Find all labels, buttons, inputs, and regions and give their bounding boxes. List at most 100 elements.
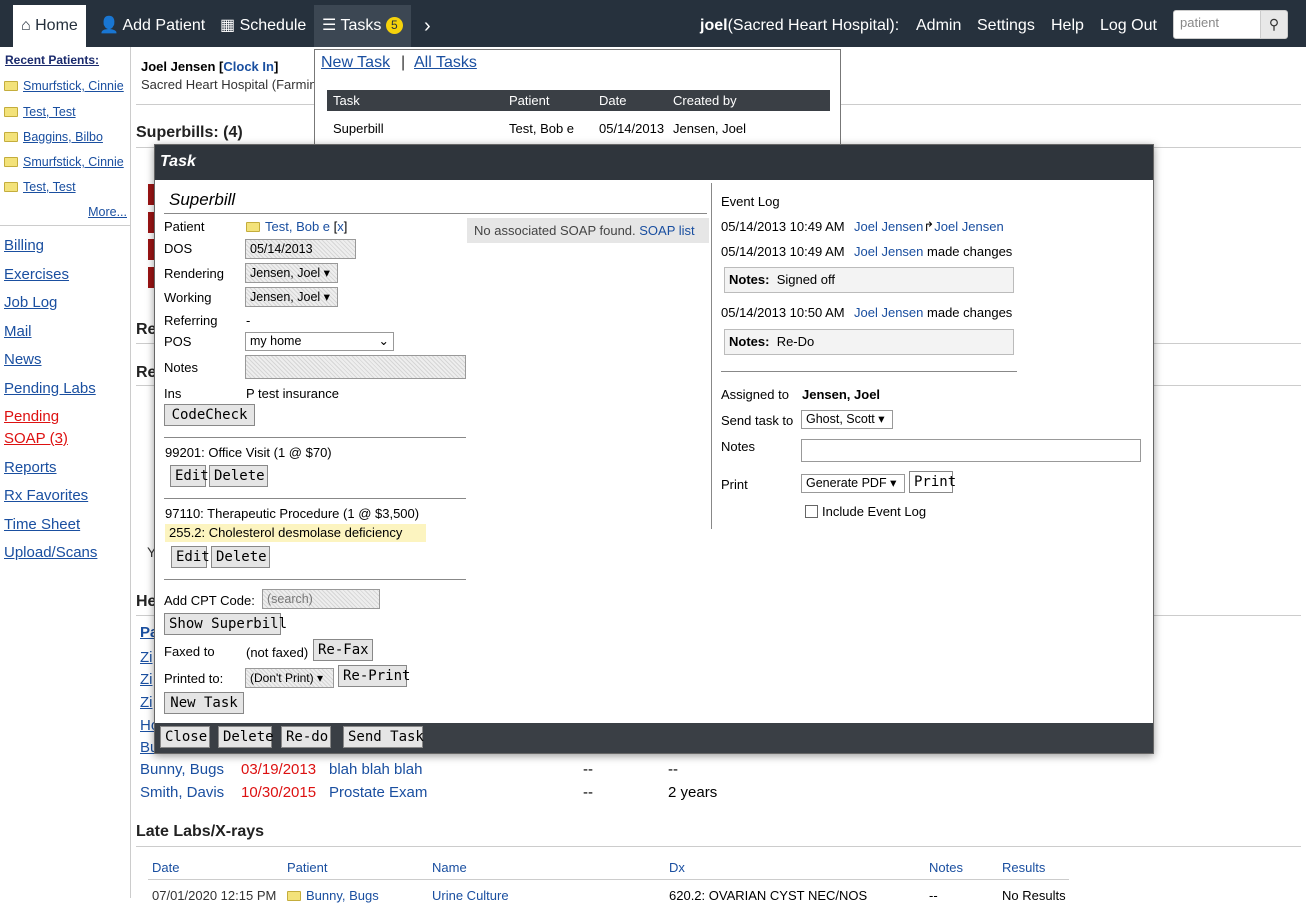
edit-button[interactable]: Edit — [171, 546, 210, 568]
dos-field[interactable]: 05/14/2013 — [245, 239, 356, 259]
sidebar-item-reports[interactable]: Reports — [4, 457, 97, 479]
lab-patient[interactable]: Bunny, Bugs — [287, 888, 379, 903]
include-log-checkbox[interactable] — [805, 505, 818, 518]
event-user-link[interactable]: Joel Jensen — [854, 244, 923, 259]
labs-header-results[interactable]: Results — [1002, 860, 1045, 875]
labs-header-date[interactable]: Date — [152, 860, 179, 875]
recall-desc-link[interactable]: blah blah blah — [329, 761, 422, 778]
new-task-link[interactable]: New Task — [321, 54, 390, 72]
sidebar-item-upload-scans[interactable]: Upload/Scans — [4, 542, 97, 564]
tasks-count-badge: 5 — [385, 17, 403, 35]
sidebar-item-mail[interactable]: Mail — [4, 321, 97, 343]
delete-proc-button[interactable]: Delete — [209, 465, 268, 487]
nav-tasks[interactable]: ☰ Tasks 5 — [314, 5, 411, 47]
recall-desc-link[interactable]: Prostate Exam — [329, 784, 427, 801]
labs-header-dx[interactable]: Dx — [669, 860, 685, 875]
sidebar-item-job-log[interactable]: Job Log — [4, 292, 97, 314]
delete-task-button[interactable]: Delete — [218, 726, 274, 748]
search-icon[interactable]: ⚲ — [1260, 10, 1288, 39]
nav-logout[interactable]: Log Out — [1100, 0, 1157, 47]
nav-admin[interactable]: Admin — [916, 0, 961, 47]
sidebar-item-exercises[interactable]: Exercises — [4, 264, 97, 286]
recall-patient-link[interactable]: Zi — [140, 694, 153, 711]
clock-user-name: Joel Jensen — [141, 59, 216, 74]
reprint-button[interactable]: Re-Print — [338, 665, 410, 687]
redo-button[interactable]: Re-do — [281, 726, 331, 748]
divider — [164, 213, 707, 214]
sidebar-divider — [0, 225, 130, 226]
send-to-select[interactable]: Ghost, Scott ▾ — [801, 410, 893, 429]
pos-label: POS — [164, 334, 192, 349]
sidebar-item-pending-labs[interactable]: Pending Labs — [4, 378, 97, 400]
all-tasks-link[interactable]: All Tasks — [414, 54, 477, 72]
org-name: (Sacred Heart Hospital): — [727, 17, 900, 34]
recall-patient-link[interactable]: Zi — [140, 671, 153, 688]
delete-proc-button[interactable]: Delete — [211, 546, 270, 568]
notes-label: Notes — [164, 360, 198, 375]
labs-header-name[interactable]: Name — [432, 860, 467, 875]
soap-list-link[interactable]: SOAP list — [639, 223, 694, 238]
event-user-link[interactable]: Joel Jensen — [854, 305, 923, 320]
lab-name-link[interactable]: Urine Culture — [432, 888, 509, 903]
working-select[interactable]: Jensen, Joel ▾ — [245, 287, 338, 307]
clock-in-link[interactable]: Clock In — [223, 59, 274, 74]
lab-patient-link[interactable]: Bunny, Bugs — [306, 888, 379, 903]
task-notes-textarea[interactable] — [801, 439, 1141, 462]
procedure-1: 99201: Office Visit (1 @ $70) — [165, 445, 332, 460]
folder-icon — [4, 107, 18, 117]
send-task-button[interactable]: Send Task — [343, 726, 424, 748]
nav-settings[interactable]: Settings — [977, 0, 1035, 47]
event-user-link[interactable]: Joel Jensen — [934, 219, 1003, 234]
notes-textarea[interactable] — [245, 355, 466, 379]
col-created-by: Created by — [673, 93, 737, 108]
sidebar-item-news[interactable]: News — [4, 349, 97, 371]
labs-header-patient[interactable]: Patient — [287, 860, 327, 875]
labs-header-notes[interactable]: Notes — [929, 860, 963, 875]
rendering-select[interactable]: Jensen, Joel ▾ — [245, 263, 338, 283]
recall-patient-link[interactable]: Smith, Davis — [140, 784, 224, 801]
dropdown-arrow-icon: ▾ — [878, 412, 885, 426]
codecheck-button[interactable]: CodeCheck — [164, 404, 255, 426]
sidebar-item-billing[interactable]: Billing — [4, 235, 97, 257]
refax-button[interactable]: Re-Fax — [313, 639, 373, 661]
sidebar-item-time-sheet[interactable]: Time Sheet — [4, 514, 97, 536]
event-detail: Joel Jensen↱Joel Jensen — [854, 219, 1004, 235]
event-detail: Joel Jensen made changes — [854, 244, 1012, 259]
show-superbill-button[interactable]: Show Superbill — [164, 613, 287, 635]
patient-search-input[interactable]: patient — [1173, 10, 1261, 39]
recall-col2: 2 years — [668, 784, 718, 801]
nav-more-chevron-icon[interactable]: › — [416, 5, 439, 47]
remove-patient-link[interactable]: x — [337, 219, 344, 234]
recent-patient[interactable]: Test, Test — [4, 105, 76, 119]
patient-link[interactable]: Test, Bob e — [265, 219, 330, 234]
nav-add-patient[interactable]: 👤 Add Patient — [91, 5, 213, 47]
sidebar-item-rx-favorites[interactable]: Rx Favorites — [4, 485, 97, 507]
edit-button[interactable]: Edit — [170, 465, 209, 487]
nav-home[interactable]: ⌂ Home — [13, 5, 86, 47]
dropdown-arrow-icon: ▾ — [323, 266, 330, 280]
recent-patient[interactable]: Smurfstick, Cinnie — [4, 155, 124, 169]
cpt-search-input[interactable]: (search) — [262, 589, 380, 609]
sidebar-item-pending-soap[interactable]: Pending SOAP (3) — [4, 406, 84, 450]
pos-select[interactable]: my home ⌄ — [245, 332, 394, 351]
recent-patient[interactable]: Smurfstick, Cinnie — [4, 79, 124, 93]
new-task-button[interactable]: New Task — [164, 692, 244, 714]
nav-schedule[interactable]: ▦ Schedule — [212, 5, 314, 47]
recall-patient-link[interactable]: Zi — [140, 649, 153, 666]
event-user-link[interactable]: Joel Jensen — [854, 219, 923, 234]
recent-patient[interactable]: Test, Test — [4, 180, 76, 194]
table-row[interactable]: Superbill Test, Bob e 05/14/2013 Jensen,… — [327, 118, 830, 138]
print-format-value: Generate PDF — [806, 476, 887, 490]
recall-patient-link[interactable]: Bunny, Bugs — [140, 761, 224, 778]
recent-patient[interactable]: Baggins, Bilbo — [4, 130, 103, 144]
print-button[interactable]: Print — [909, 471, 956, 493]
printed-select[interactable]: (Don't Print) ▾ — [245, 668, 334, 688]
recall-date: 03/19/2013 — [241, 761, 317, 778]
referring-label: Referring — [164, 313, 218, 328]
include-log-option[interactable]: Include Event Log — [805, 504, 926, 519]
print-format-select[interactable]: Generate PDF ▾ — [801, 474, 905, 493]
close-button[interactable]: Close — [160, 726, 210, 748]
current-user: joel(Sacred Heart Hospital): — [700, 0, 899, 47]
recent-more-link[interactable]: More... — [88, 205, 127, 219]
nav-help[interactable]: Help — [1051, 0, 1084, 47]
